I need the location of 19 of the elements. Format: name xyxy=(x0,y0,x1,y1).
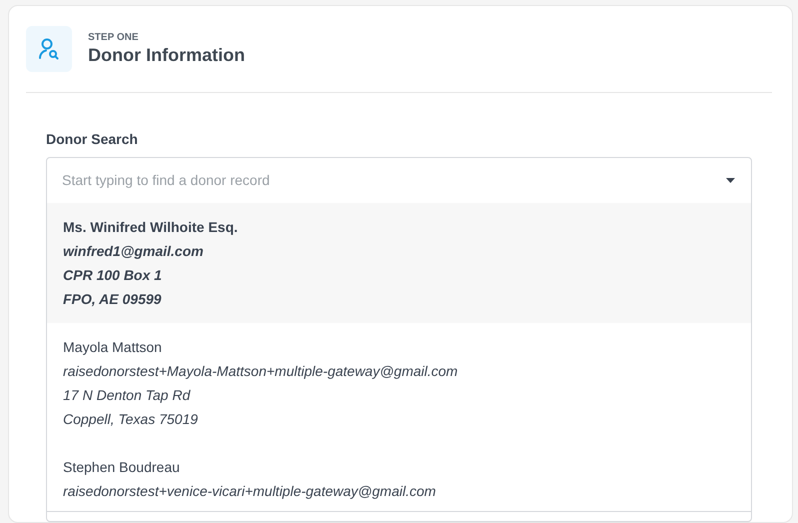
donor-option[interactable]: Ms. Winifred Wilhoite Esq. winfred1@gmail.com CPR 100 Box 1 FPO, AE 09599 xyxy=(47,203,751,323)
donor-option[interactable]: Mayola Mattson raisedonorstest+Mayola-Mattson+multiple-gateway@gmail.com 17 N Denton Tap Rd Coppell, Texas 75019 xyxy=(47,323,751,443)
step-label: STEP ONE xyxy=(88,32,140,44)
field-label: Donor Search xyxy=(46,130,138,149)
donor-address-line: FPO, AE 09599 xyxy=(63,290,162,309)
user-search-icon xyxy=(38,38,60,60)
donor-option[interactable]: Stephen Boudreau raisedonorstest+venice-vicari+multiple-gateway@gmail.com xyxy=(47,443,751,511)
donor-name: Mayola Mattson xyxy=(63,338,163,357)
donor-name: Stephen Boudreau xyxy=(63,458,181,477)
donor-address-line: 17 N Denton Tap Rd xyxy=(63,386,192,405)
donor-email: raisedonorstest+Mayola-Mattson+multiple-gateway@gmail.com xyxy=(63,362,459,381)
caret-icon[interactable] xyxy=(726,178,735,183)
donor-email: winfred1@gmail.com xyxy=(63,242,204,261)
donor-email: raisedonorstest+venice-vicari+multiple-gateway@gmail.com xyxy=(63,482,437,501)
section-title: Donor Information xyxy=(88,44,245,66)
donor-address-line: Coppell, Texas 75019 xyxy=(63,410,199,429)
donor-name: Ms. Winifred Wilhoite Esq. xyxy=(63,218,239,237)
donor-address-line: CPR 100 Box 1 xyxy=(63,266,163,285)
donor-search-field[interactable]: Start typing to find a donor record Ms. Winifred Wilhoite Esq. winfred1@gmail.com CPR 100 Box 1 FPO, AE 09599 Mayola Mattson raisedonorstest+Mayola-Mattson+multiple-gateway@gmail.com 17 N Denton Tap Rd Coppell, Texas 75019 Stephen Boudreau raisedonorstest+venice-vicari+multiple-gateway@gmail.com xyxy=(46,157,752,522)
